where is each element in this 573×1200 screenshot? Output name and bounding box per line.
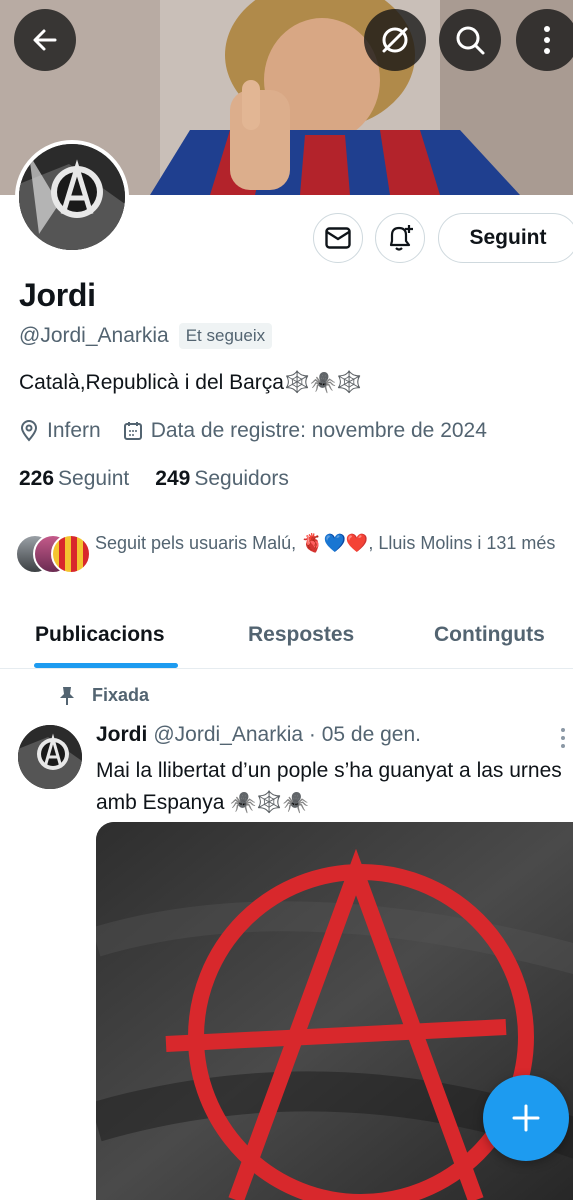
compose-post-button[interactable]	[483, 1075, 569, 1161]
following-button[interactable]: Seguint	[438, 213, 573, 263]
anarchy-avatar-image	[19, 144, 125, 250]
joined-item: Data de registre: novembre de 2024	[123, 419, 487, 443]
calendar-icon	[123, 422, 142, 440]
grok-button[interactable]	[364, 9, 426, 71]
more-vertical-icon	[544, 26, 550, 54]
handle-row: @Jordi_Anarkia Et segueix	[19, 323, 273, 349]
following-count: 226	[19, 467, 55, 490]
profile-name: Jordi	[19, 277, 96, 313]
profile-handle: @Jordi_Anarkia	[19, 324, 169, 347]
profile-bio: Català,Republicà i del Barça🕸️🕷️🕸️	[19, 371, 363, 394]
profile-avatar[interactable]	[15, 140, 129, 254]
more-options-button[interactable]	[516, 9, 573, 71]
followers-label: Seguidors	[194, 467, 289, 490]
followed-by-text: Seguit pels usuaris Malú, 🫀💙❤️, Lluis Mo…	[95, 533, 556, 553]
profile-tabs: Publicacions Respostes Continguts	[0, 605, 573, 669]
bell-plus-icon	[389, 225, 413, 251]
location-item: Infern	[19, 419, 101, 443]
anarchy-avatar-image	[18, 725, 82, 789]
notifications-button[interactable]	[375, 213, 425, 263]
grok-icon	[382, 27, 408, 53]
envelope-icon	[325, 227, 351, 249]
search-icon	[456, 26, 485, 55]
followed-by-avatars	[15, 534, 91, 578]
pinned-label: Fixada	[92, 685, 150, 705]
arrow-left-icon	[33, 29, 57, 51]
message-button[interactable]	[313, 213, 363, 263]
post-more-button[interactable]	[556, 726, 570, 750]
location-text: Infern	[47, 419, 101, 442]
following-label: Seguint	[58, 467, 130, 490]
post-header: Jordi @Jordi_Anarkia · 05 de gen.	[96, 723, 421, 747]
avatar	[51, 534, 91, 574]
followers-stat[interactable]: 249 Seguidors	[155, 467, 289, 491]
post-author-avatar[interactable]	[18, 725, 82, 789]
joined-text: Data de registre: novembre de 2024	[150, 419, 487, 442]
more-vertical-icon	[561, 728, 565, 748]
followed-by-row[interactable]: Seguit pels usuaris Malú, 🫀💙❤️, Lluis Mo…	[15, 530, 573, 578]
pinned-label-row: Fixada	[58, 685, 149, 706]
following-stat[interactable]: 226 Seguint	[19, 467, 129, 491]
location-pin-icon	[20, 420, 38, 442]
followers-count: 249	[155, 467, 191, 490]
active-tab-indicator	[34, 663, 178, 668]
post-author-handle-time: @Jordi_Anarkia · 05 de gen.	[153, 723, 421, 746]
plus-icon	[512, 1104, 540, 1132]
profile-meta: Infern Data de registre: novembre de 202…	[19, 419, 509, 443]
tab-publicacions[interactable]: Publicacions	[35, 623, 165, 647]
pin-icon	[60, 686, 74, 705]
search-button[interactable]	[439, 9, 501, 71]
back-button[interactable]	[14, 9, 76, 71]
follow-stats: 226 Seguint 249 Seguidors	[19, 467, 315, 491]
post-author-name[interactable]: Jordi	[96, 723, 147, 747]
follows-you-badge: Et segueix	[178, 323, 273, 349]
tab-respostes[interactable]: Respostes	[248, 623, 354, 647]
tab-continguts[interactable]: Continguts	[434, 623, 545, 647]
post-text: Mai la llibertat d’un pople s’ha guanyat…	[96, 759, 562, 814]
